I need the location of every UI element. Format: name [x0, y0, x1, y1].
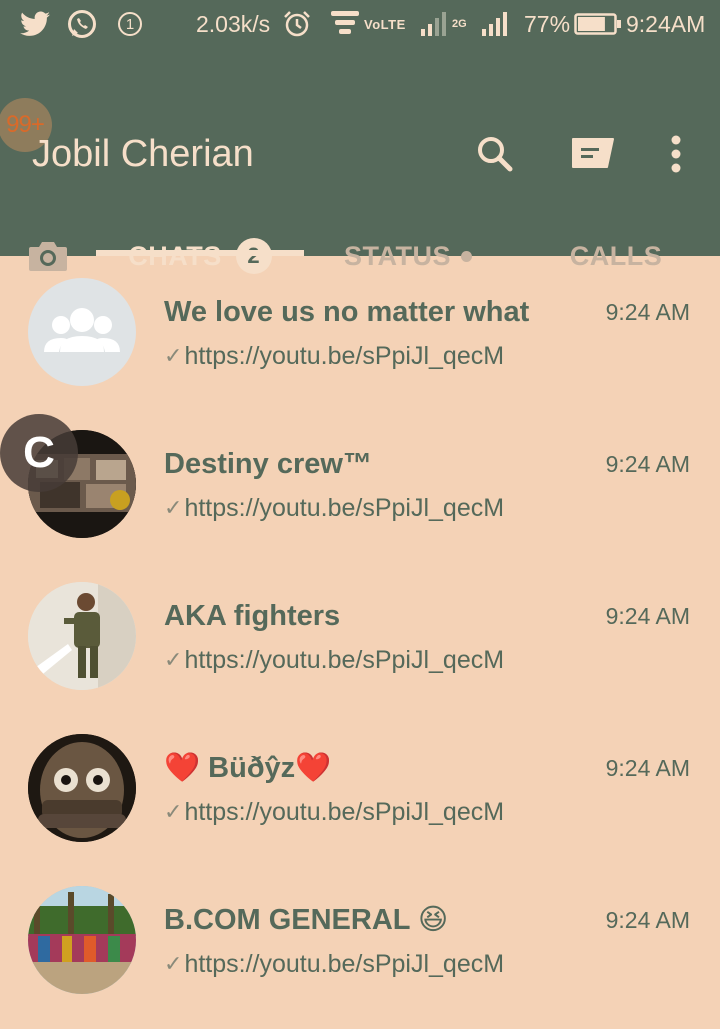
search-button[interactable]: [467, 126, 523, 182]
app-header: 99+ Jobil Cherian CHATS 2 STATUS CALLS: [0, 48, 720, 274]
chat-preview: ✓ https://youtu.be/sPpiJl_qecM: [164, 796, 504, 828]
alarm-icon: [282, 0, 312, 48]
notification-count: 1: [118, 0, 142, 48]
more-vert-icon: [671, 135, 681, 173]
chat-name: AKA fighters: [164, 600, 341, 632]
chat-preview: ✓ https://youtu.be/sPpiJl_qecM: [164, 644, 504, 676]
sent-tick-icon: ✓: [164, 799, 183, 824]
chat-name: B.COM GENERAL 😆: [164, 904, 449, 936]
chat-list: We love us no matter what 9:24 AM ✓ http…: [0, 256, 720, 1016]
chat-row[interactable]: AKA fighters 9:24 AM ✓ https://youtu.be/…: [0, 560, 720, 712]
chat-preview-text: https://youtu.be/sPpiJl_qecM: [184, 342, 505, 370]
clock: 9:24AM: [626, 10, 706, 37]
signal-strength-icon: [481, 0, 509, 48]
chat-preview-text: https://youtu.be/sPpiJl_qecM: [184, 798, 505, 826]
chat-preview-text: https://youtu.be/sPpiJl_qecM: [184, 950, 505, 978]
sent-tick-icon: ✓: [164, 647, 183, 672]
message-icon: [572, 138, 614, 168]
sent-tick-icon: ✓: [164, 495, 183, 520]
chat-row[interactable]: B.COM GENERAL 😆 9:24 AM ✓ https://youtu.…: [0, 864, 720, 1016]
avatar[interactable]: [28, 582, 136, 690]
chat-time: 9:24 AM: [605, 603, 690, 629]
chat-time: 9:24 AM: [605, 755, 690, 781]
chat-name: Destiny crew™: [164, 448, 372, 480]
chat-row[interactable]: We love us no matter what 9:24 AM ✓ http…: [0, 256, 720, 408]
more-options-button[interactable]: [648, 126, 704, 182]
search-icon: [478, 137, 513, 172]
signal-strength-icon: [420, 0, 448, 48]
avatar[interactable]: [28, 278, 136, 386]
whatsapp-icon: [66, 0, 98, 48]
chat-preview-text: https://youtu.be/sPpiJl_qecM: [184, 646, 505, 674]
chat-preview-text: https://youtu.be/sPpiJl_qecM: [184, 494, 505, 522]
chat-name: ❤️ Büðŷz❤️: [164, 750, 331, 786]
chat-time: 9:24 AM: [605, 907, 690, 933]
chat-name: We love us no matter what: [164, 296, 530, 328]
chat-time: 9:24 AM: [605, 451, 690, 477]
sent-tick-icon: ✓: [164, 951, 183, 976]
avatar[interactable]: [28, 886, 136, 994]
avatar[interactable]: [28, 734, 136, 842]
battery-icon: [574, 0, 622, 48]
chat-time: 9:24 AM: [605, 299, 690, 325]
group-placeholder-icon: [44, 308, 120, 352]
page-title: Jobil Cherian: [32, 133, 254, 175]
chat-preview: ✓ https://youtu.be/sPpiJl_qecM: [164, 948, 504, 980]
chat-row[interactable]: ❤️ Büðŷz❤️ 9:24 AM ✓ https://youtu.be/sP…: [0, 712, 720, 864]
chat-preview: ✓ https://youtu.be/sPpiJl_qecM: [164, 340, 504, 372]
chat-preview: ✓ https://youtu.be/sPpiJl_qecM: [164, 492, 504, 524]
network-speed: 2.03k/s: [196, 10, 271, 37]
chat-name-text: ❤️ Büðŷz❤️: [164, 752, 332, 784]
new-chat-button[interactable]: [564, 126, 620, 182]
data-saver-icon: [329, 0, 361, 48]
battery-percent: 77%: [524, 10, 571, 37]
status-bar: 1 2.03k/s VoLTE 2G 77% 9:24AM: [0, 0, 720, 48]
floating-bubble[interactable]: C: [0, 414, 78, 492]
sent-tick-icon: ✓: [164, 343, 183, 368]
chat-row[interactable]: Destiny crew™ 9:24 AM ✓ https://youtu.be…: [0, 408, 720, 560]
twitter-icon: [20, 0, 50, 48]
network-type: 2G: [452, 18, 467, 30]
volte-indicator: VoLTE: [364, 16, 406, 32]
